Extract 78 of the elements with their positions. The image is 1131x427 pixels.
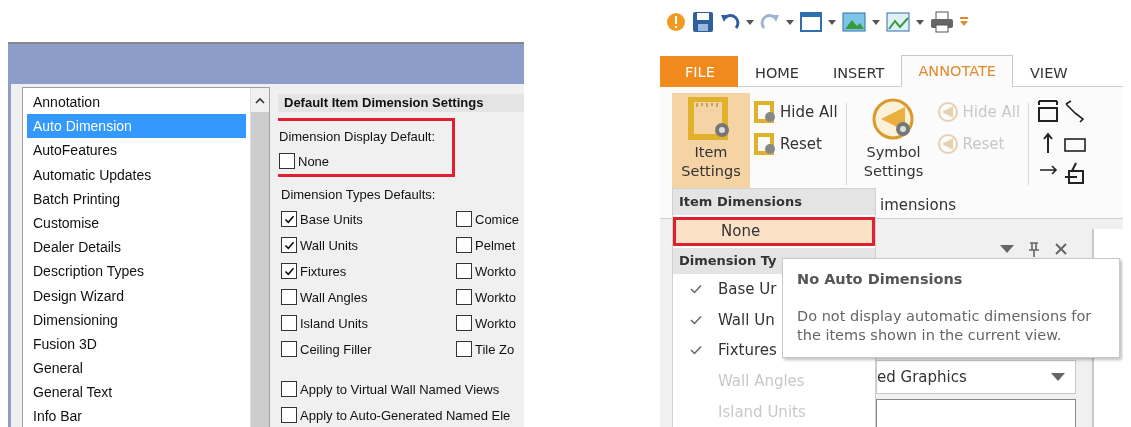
checkbox-label: Ceiling Filler (300, 341, 372, 357)
ribbon-tab[interactable]: HOME (738, 57, 816, 87)
category-item[interactable]: Description Types (27, 259, 246, 284)
ribbon-tab[interactable]: INSERT (816, 57, 902, 87)
dropdown-caret-icon[interactable] (872, 19, 880, 25)
checkbox-label: Base Units (300, 211, 363, 227)
checkbox-label: Wall Angles (300, 289, 368, 305)
checkbox-label: Apply to Auto-Generated Named Ele (300, 407, 511, 423)
window-icon[interactable] (800, 12, 822, 32)
ribbon-button[interactable]: Hide All (754, 99, 838, 125)
checkbox[interactable] (281, 341, 297, 357)
checkbox[interactable] (456, 289, 472, 305)
checkbox-label: Wall Units (300, 237, 359, 253)
customize-caret-icon[interactable] (960, 17, 968, 27)
checkbox-label: Comice (475, 211, 520, 227)
category-item[interactable]: Info Bar (27, 404, 246, 427)
checkbox-label: Pelmet (475, 237, 516, 253)
dropdown-caret-icon[interactable] (1000, 245, 1014, 253)
save-icon[interactable] (692, 11, 714, 33)
checkbox[interactable] (281, 289, 297, 305)
checkbox[interactable] (456, 315, 472, 331)
checkbox[interactable] (279, 153, 295, 169)
dropdown-caret-icon[interactable] (828, 19, 836, 25)
category-item[interactable]: Annotation (27, 90, 246, 115)
checkbox[interactable] (281, 381, 297, 397)
checkbox[interactable] (281, 237, 297, 253)
ribbon-button[interactable]: Reset (754, 131, 838, 157)
category-item[interactable]: Design Wizard (27, 283, 246, 308)
scrollbar[interactable] (250, 88, 269, 427)
tooltip-text: Do not display automatic dimensions for the items shown in the current view. (797, 307, 1093, 345)
checkbox[interactable] (281, 407, 297, 423)
category-item[interactable]: Dimensioning (27, 307, 246, 332)
dropdown-field[interactable]: ed Graphics (876, 360, 1076, 394)
chart-window-icon[interactable] (886, 12, 910, 32)
dropdown-caret-icon[interactable] (746, 19, 754, 25)
menu-item[interactable]: None (673, 217, 875, 246)
checkbox[interactable] (281, 315, 297, 331)
category-item[interactable]: Batch Printing (27, 186, 246, 211)
dimension-box-icon[interactable] (1037, 99, 1060, 123)
checkbox[interactable] (456, 211, 472, 227)
dropdown-caret-icon[interactable] (1051, 373, 1065, 381)
checkbox[interactable] (281, 211, 297, 227)
category-item[interactable]: General (27, 356, 246, 381)
ribbon-button[interactable]: Item Settings (672, 93, 750, 191)
checkbox-label: Apply to Virtual Wall Named Views (300, 381, 500, 397)
dropdown-caret-icon[interactable] (916, 19, 924, 25)
checkbox-label: Tile Zo (475, 341, 515, 357)
checkbox-label: Workto (475, 315, 516, 331)
menu-header: Item Dimensions (673, 189, 875, 215)
checkbox-label: None (298, 153, 330, 169)
category-item[interactable]: Dealer Details (27, 235, 246, 260)
checkbox[interactable] (281, 263, 297, 279)
checkbox-label: Workto (475, 263, 516, 279)
checkbox-label: Fixtures (300, 263, 347, 279)
category-item[interactable]: General Text (27, 380, 246, 405)
pin-icon[interactable] (1028, 241, 1040, 257)
tooltip-title: No Auto Dimensions (797, 271, 964, 287)
category-item[interactable]: Customise (27, 210, 246, 236)
category-item[interactable]: AutoFeatures (27, 138, 246, 163)
arrow-right-icon[interactable] (1037, 163, 1060, 177)
input-field[interactable] (876, 399, 1076, 427)
ribbon-button[interactable]: Symbol Settings (854, 93, 933, 191)
checkbox-label: Workto (475, 289, 516, 305)
category-item[interactable]: Automatic Updates (27, 162, 246, 187)
ribbon-tab[interactable]: VIEW (1012, 57, 1085, 87)
checkbox[interactable] (456, 341, 472, 357)
close-icon[interactable] (1054, 242, 1068, 256)
scroll-up-icon[interactable] (255, 96, 265, 104)
field-label: Dimension Types Defaults: (280, 187, 437, 202)
field-label: Dimension Display Default: (279, 129, 437, 144)
checkbox[interactable] (456, 263, 472, 279)
printer-icon[interactable] (930, 11, 954, 33)
category-item[interactable]: Fusion 3D (27, 331, 246, 357)
section-header: Default Item Dimension Settings (278, 94, 524, 112)
checkbox[interactable] (456, 237, 472, 253)
checkbox-label: Island Units (300, 315, 368, 331)
dropdown-value: ed Graphics (877, 368, 967, 386)
dropdown-caret-icon[interactable] (786, 19, 794, 25)
